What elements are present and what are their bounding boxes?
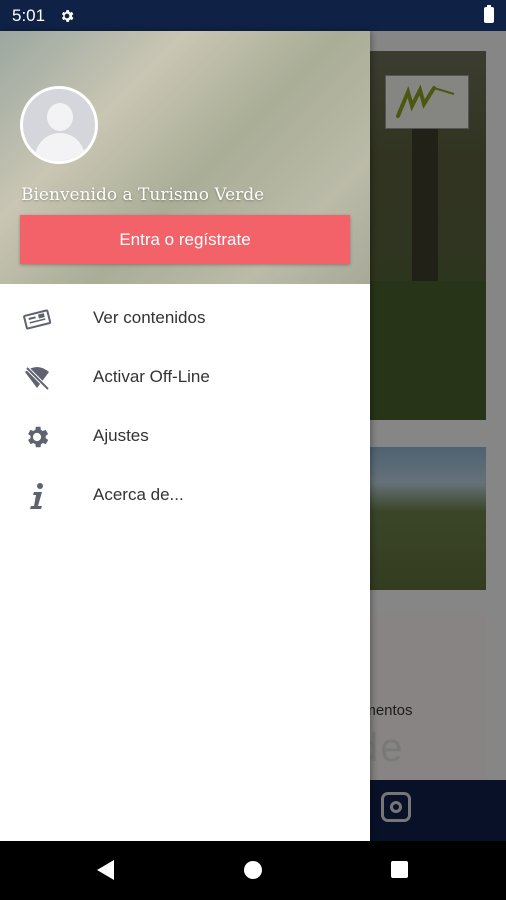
menu-item-label: Acerca de... [93, 485, 184, 504]
status-bar: 5:01 [0, 0, 506, 31]
menu-item-ajustes[interactable]: Ajustes [0, 407, 370, 466]
system-navigation-bar [0, 841, 506, 900]
login-register-button[interactable]: Entra o regístrate [20, 215, 350, 264]
settings-gear-icon [62, 9, 74, 22]
avatar-body [35, 133, 85, 161]
home-icon[interactable] [244, 861, 262, 879]
info-icon [30, 483, 43, 509]
drawer-header: Bienvenido a Turismo Verde Entra o regís… [0, 31, 370, 284]
gear-icon [28, 426, 49, 448]
wifi-off-icon [25, 366, 50, 391]
navigation-drawer: Bienvenido a Turismo Verde Entra o regís… [0, 31, 370, 841]
menu-item-label: Ajustes [93, 426, 149, 445]
recent-apps-icon[interactable] [391, 861, 408, 878]
back-icon[interactable] [97, 860, 114, 880]
menu-item-ver-contenidos[interactable]: Ver contenidos [0, 289, 370, 348]
status-time: 5:01 [12, 5, 46, 25]
battery-icon [484, 5, 494, 23]
avatar-head [47, 103, 73, 131]
menu-item-label: Ver contenidos [93, 308, 206, 327]
drawer-menu: Ver contenidos Activar Off-Line Ajustes … [0, 289, 370, 525]
menu-item-acerca-de[interactable]: Acerca de... [0, 466, 370, 525]
newspaper-icon [23, 309, 52, 330]
menu-item-activar-offline[interactable]: Activar Off-Line [0, 348, 370, 407]
welcome-text: Bienvenido a Turismo Verde [21, 185, 265, 205]
avatar[interactable] [20, 86, 98, 164]
menu-item-label: Activar Off-Line [93, 367, 210, 386]
